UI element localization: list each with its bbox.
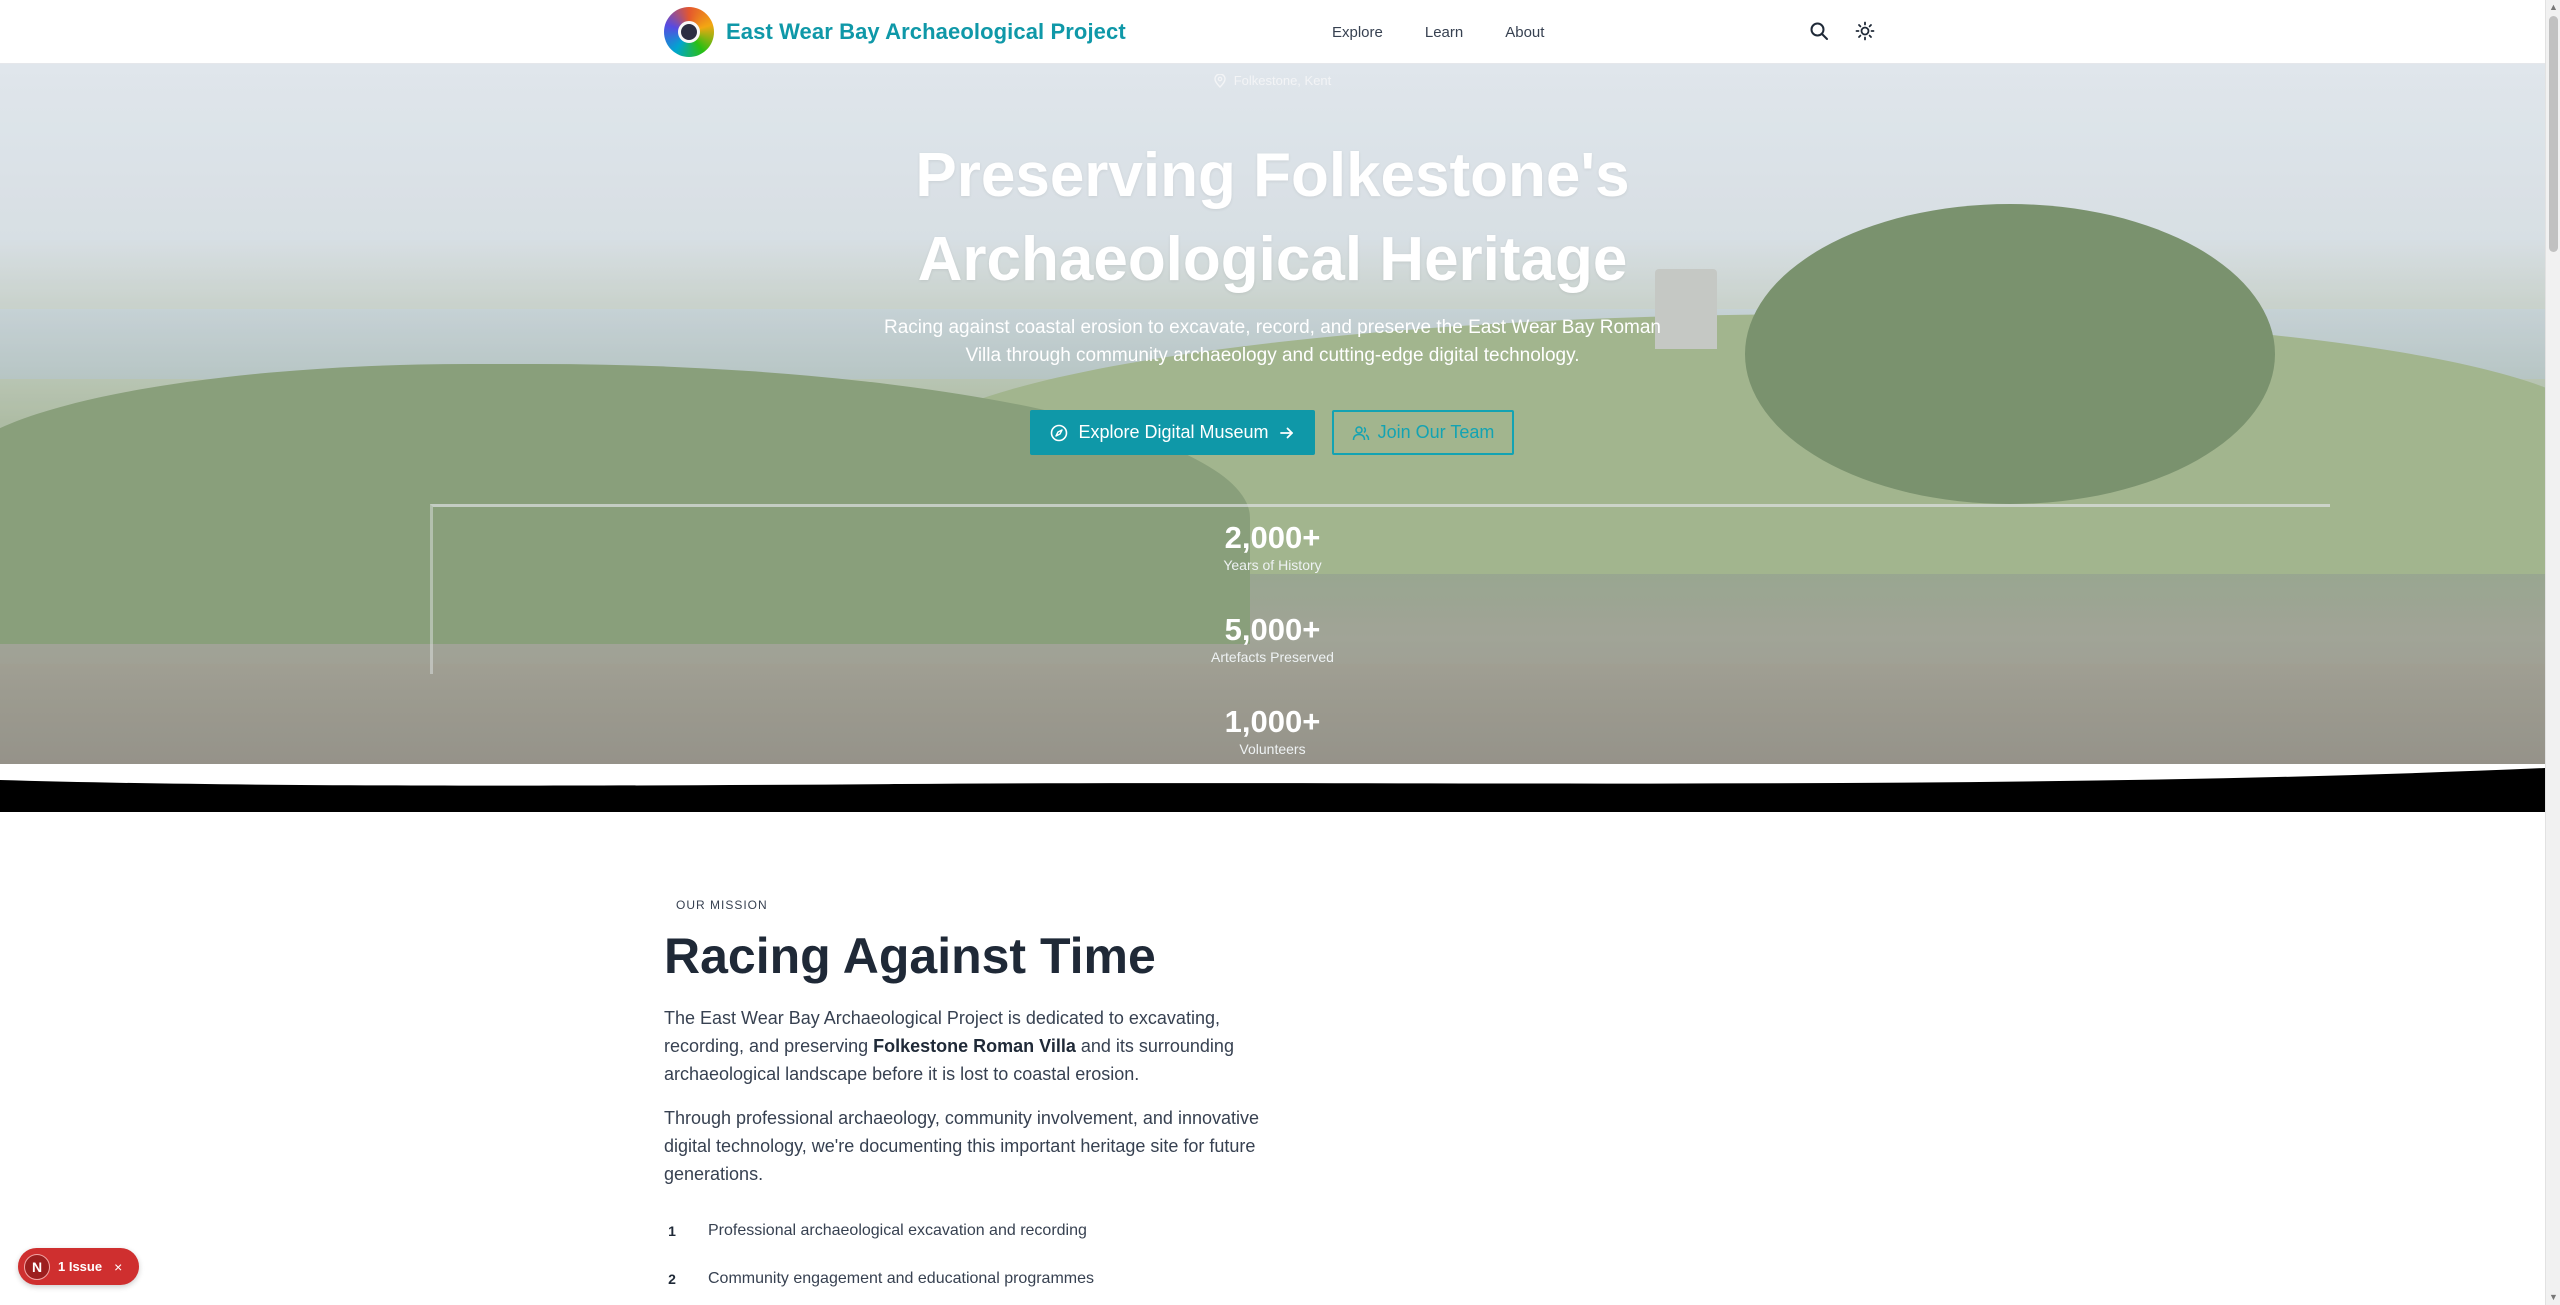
- hero-subtitle: Racing against coastal erosion to excava…: [884, 317, 1661, 366]
- hero-title-line2: Archaeological Heritage: [917, 225, 1628, 294]
- para1-bold: Folkestone Roman Villa: [873, 1036, 1076, 1056]
- issue-count: 1 Issue: [58, 1259, 103, 1274]
- hero-title-line1: Preserving Folkestone's: [915, 141, 1630, 210]
- top-navbar: East Wear Bay Archaeological Project Exp…: [0, 0, 2545, 64]
- stat-label: Years of History: [1223, 557, 1322, 573]
- users-icon: [1352, 425, 1369, 440]
- hero-content: Folkestone, Kent Preserving Folkestone's…: [0, 64, 2545, 764]
- scroll-thumb[interactable]: [2549, 16, 2558, 252]
- join-team-label: Join Our Team: [1377, 422, 1495, 442]
- explore-museum-button[interactable]: Explore Digital Museum: [1030, 410, 1315, 455]
- list-number: 2: [668, 1271, 676, 1287]
- list-item: 2 Community engagement and educational p…: [664, 1270, 1094, 1288]
- issue-avatar: N: [24, 1253, 50, 1280]
- map-pin-icon: [1214, 73, 1226, 88]
- stat-value: 1,000+: [1224, 704, 1321, 739]
- nav-icons: [1806, 18, 1878, 44]
- list-number: 1: [668, 1223, 676, 1239]
- scroll-up-icon[interactable]: ▲: [2548, 2, 2559, 12]
- mission-paragraph-1: The East Wear Bay Archaeological Project…: [664, 1004, 1274, 1088]
- list-text: Professional archaeological excavation a…: [708, 1222, 1087, 1239]
- stat-artefacts: 5,000+ Artefacts Preserved: [0, 612, 2545, 666]
- brand-title: East Wear Bay Archaeological Project: [726, 19, 1126, 44]
- scroll-down-icon[interactable]: ▼: [2548, 1292, 2559, 1302]
- nav-link-explore[interactable]: Explore: [1332, 24, 1383, 41]
- mission-paragraph-2: Through professional archaeology, commun…: [664, 1108, 1259, 1184]
- compass-icon: [1051, 424, 1068, 441]
- join-team-button[interactable]: Join Our Team: [1332, 410, 1514, 455]
- explore-museum-label: Explore Digital Museum: [1078, 422, 1269, 442]
- stat-history: 2,000+ Years of History: [0, 520, 2545, 574]
- stat-label: Artefacts Preserved: [1211, 649, 1334, 665]
- list-item: 1 Professional archaeological excavation…: [664, 1222, 1087, 1240]
- hero-section: Folkestone, Kent Preserving Folkestone's…: [0, 64, 2545, 764]
- brand-link[interactable]: East Wear Bay Archaeological Project: [664, 7, 1126, 57]
- search-icon[interactable]: [1806, 18, 1832, 44]
- close-icon[interactable]: ×: [114, 1259, 122, 1275]
- nav-link-learn[interactable]: Learn: [1425, 24, 1463, 41]
- logo-icon: [664, 7, 714, 57]
- mission-eyebrow: OUR MISSION: [676, 898, 768, 912]
- list-text: Community engagement and educational pro…: [708, 1270, 1094, 1287]
- nav-link-about[interactable]: About: [1505, 24, 1544, 41]
- nav-links: Explore Learn About: [1332, 0, 1544, 64]
- stat-volunteers: 1,000+ Volunteers: [0, 704, 2545, 758]
- arrow-right-icon: [1279, 427, 1293, 438]
- stat-value: 5,000+: [1224, 612, 1321, 647]
- stat-label: Volunteers: [1239, 741, 1306, 757]
- scrollbar[interactable]: ▲ ▼: [2545, 0, 2560, 1305]
- location-text: Folkestone, Kent: [1233, 73, 1332, 88]
- hero-title: Preserving Folkestone's Archaeological H…: [0, 134, 2545, 302]
- stat-value: 2,000+: [1224, 520, 1321, 555]
- mission-title: Racing Against Time: [664, 928, 1156, 984]
- hero-location: Folkestone, Kent: [0, 73, 2545, 88]
- sun-icon[interactable]: [1852, 18, 1878, 44]
- issues-badge[interactable]: N 1 Issue ×: [18, 1248, 139, 1285]
- page: East Wear Bay Archaeological Project Exp…: [0, 0, 2560, 1305]
- wave-divider: [0, 764, 2545, 814]
